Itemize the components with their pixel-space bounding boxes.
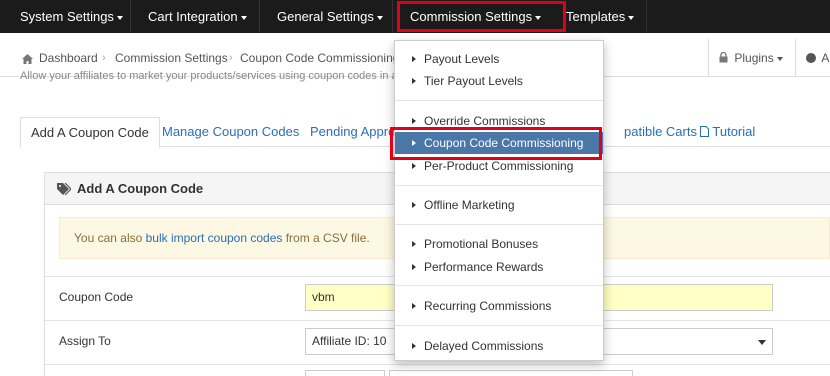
nav-templates[interactable]: Templates xyxy=(566,0,635,33)
nav-general-settings[interactable]: General Settings xyxy=(277,0,383,33)
page-description: Allow your affiliates to market your pro… xyxy=(20,70,410,82)
panel-title: Add A Coupon Code xyxy=(77,181,204,196)
caret-right-icon xyxy=(412,202,416,208)
menu-item-label: Promotional Bonuses xyxy=(424,237,539,251)
menu-item-promotional-bonuses[interactable]: Promotional Bonuses xyxy=(395,233,603,255)
menu-item-label: Performance Rewards xyxy=(424,260,544,274)
lock-icon xyxy=(719,51,728,63)
plugins-label: Plugins xyxy=(734,51,774,65)
tab-add-coupon-code[interactable]: Add A Coupon Code xyxy=(20,117,160,148)
menu-item-label: Per-Product Commissioning xyxy=(424,159,574,173)
nav-templates-label: Templates xyxy=(566,9,626,24)
tab-compatible-carts[interactable]: patible Carts xyxy=(624,117,697,147)
caret-right-icon xyxy=(412,343,416,349)
tab-tutorial[interactable]: Tutorial xyxy=(700,117,755,147)
menu-item-offline-marketing[interactable]: Offline Marketing xyxy=(395,194,603,216)
partial-input[interactable] xyxy=(389,370,633,376)
overflow-button[interactable]: A xyxy=(806,39,829,77)
menu-item-label: Offline Marketing xyxy=(424,198,515,212)
caret-down-icon xyxy=(116,15,123,20)
notice-suffix: from a CSV file. xyxy=(282,231,370,245)
nav-cart-integration[interactable]: Cart Integration xyxy=(148,0,247,33)
caret-right-icon xyxy=(412,118,416,124)
tab-tutorial-label: Tutorial xyxy=(712,124,756,139)
menu-divider xyxy=(395,224,603,225)
coupon-code-commissioning-highlight xyxy=(390,127,602,160)
nav-system-settings[interactable]: System Settings xyxy=(20,0,123,33)
caret-right-icon xyxy=(412,56,416,62)
menu-item-performance-rewards[interactable]: Performance Rewards xyxy=(395,256,603,278)
tags-icon xyxy=(57,182,72,198)
menu-divider xyxy=(395,100,603,101)
divider xyxy=(795,39,796,77)
bulk-import-link[interactable]: bulk import coupon codes xyxy=(146,231,283,245)
caret-down-icon xyxy=(776,56,783,61)
menu-item-label: Override Commissions xyxy=(424,114,546,128)
assign-to-value: Affiliate ID: 10 xyxy=(312,334,387,348)
tab-manage-coupon-codes[interactable]: Manage Coupon Codes xyxy=(162,117,299,147)
menu-item-label: Recurring Commissions xyxy=(424,299,552,313)
notice-prefix: You can also xyxy=(74,231,146,245)
caret-down-icon xyxy=(376,15,383,20)
nav-cart-integration-label: Cart Integration xyxy=(148,9,238,24)
coupon-code-label: Coupon Code xyxy=(59,290,134,304)
nav-general-settings-label: General Settings xyxy=(277,9,374,24)
caret-down-icon xyxy=(240,15,247,20)
menu-item-label: Tier Payout Levels xyxy=(424,74,523,88)
menu-item-label: Delayed Commissions xyxy=(424,339,544,353)
info-icon xyxy=(806,53,816,63)
menu-item-tier-payout-levels[interactable]: Tier Payout Levels xyxy=(395,70,603,92)
menu-item-recurring-commissions[interactable]: Recurring Commissions xyxy=(395,295,603,317)
caret-right-icon xyxy=(412,78,416,84)
nav-system-settings-label: System Settings xyxy=(20,9,114,24)
divider xyxy=(708,39,709,77)
plugins-button[interactable]: Plugins xyxy=(719,39,783,77)
caret-down-icon xyxy=(628,15,635,20)
commission-settings-dropdown: Payout Levels Tier Payout Levels Overrid… xyxy=(394,40,604,361)
caret-right-icon xyxy=(412,303,416,309)
caret-down-icon xyxy=(758,340,766,345)
overflow-label: A xyxy=(821,51,830,65)
menu-divider xyxy=(395,185,603,186)
tab-pending-approval[interactable]: Pending Appro xyxy=(310,117,395,147)
nav-divider xyxy=(392,0,393,33)
form-divider xyxy=(45,364,830,365)
caret-right-icon xyxy=(412,264,416,270)
menu-divider xyxy=(395,325,603,326)
menu-item-payout-levels[interactable]: Payout Levels xyxy=(395,48,603,70)
menu-divider xyxy=(395,285,603,286)
caret-right-icon xyxy=(412,163,416,169)
caret-right-icon xyxy=(412,241,416,247)
nav-divider xyxy=(259,0,260,33)
nav-divider xyxy=(130,0,131,33)
nav-divider xyxy=(646,0,647,33)
menu-item-label: Payout Levels xyxy=(424,52,500,66)
document-icon xyxy=(700,126,709,137)
partial-input[interactable] xyxy=(305,370,385,376)
menu-item-delayed-commissions[interactable]: Delayed Commissions xyxy=(395,335,603,357)
assign-to-label: Assign To xyxy=(59,334,111,348)
commission-settings-highlight xyxy=(397,1,566,32)
